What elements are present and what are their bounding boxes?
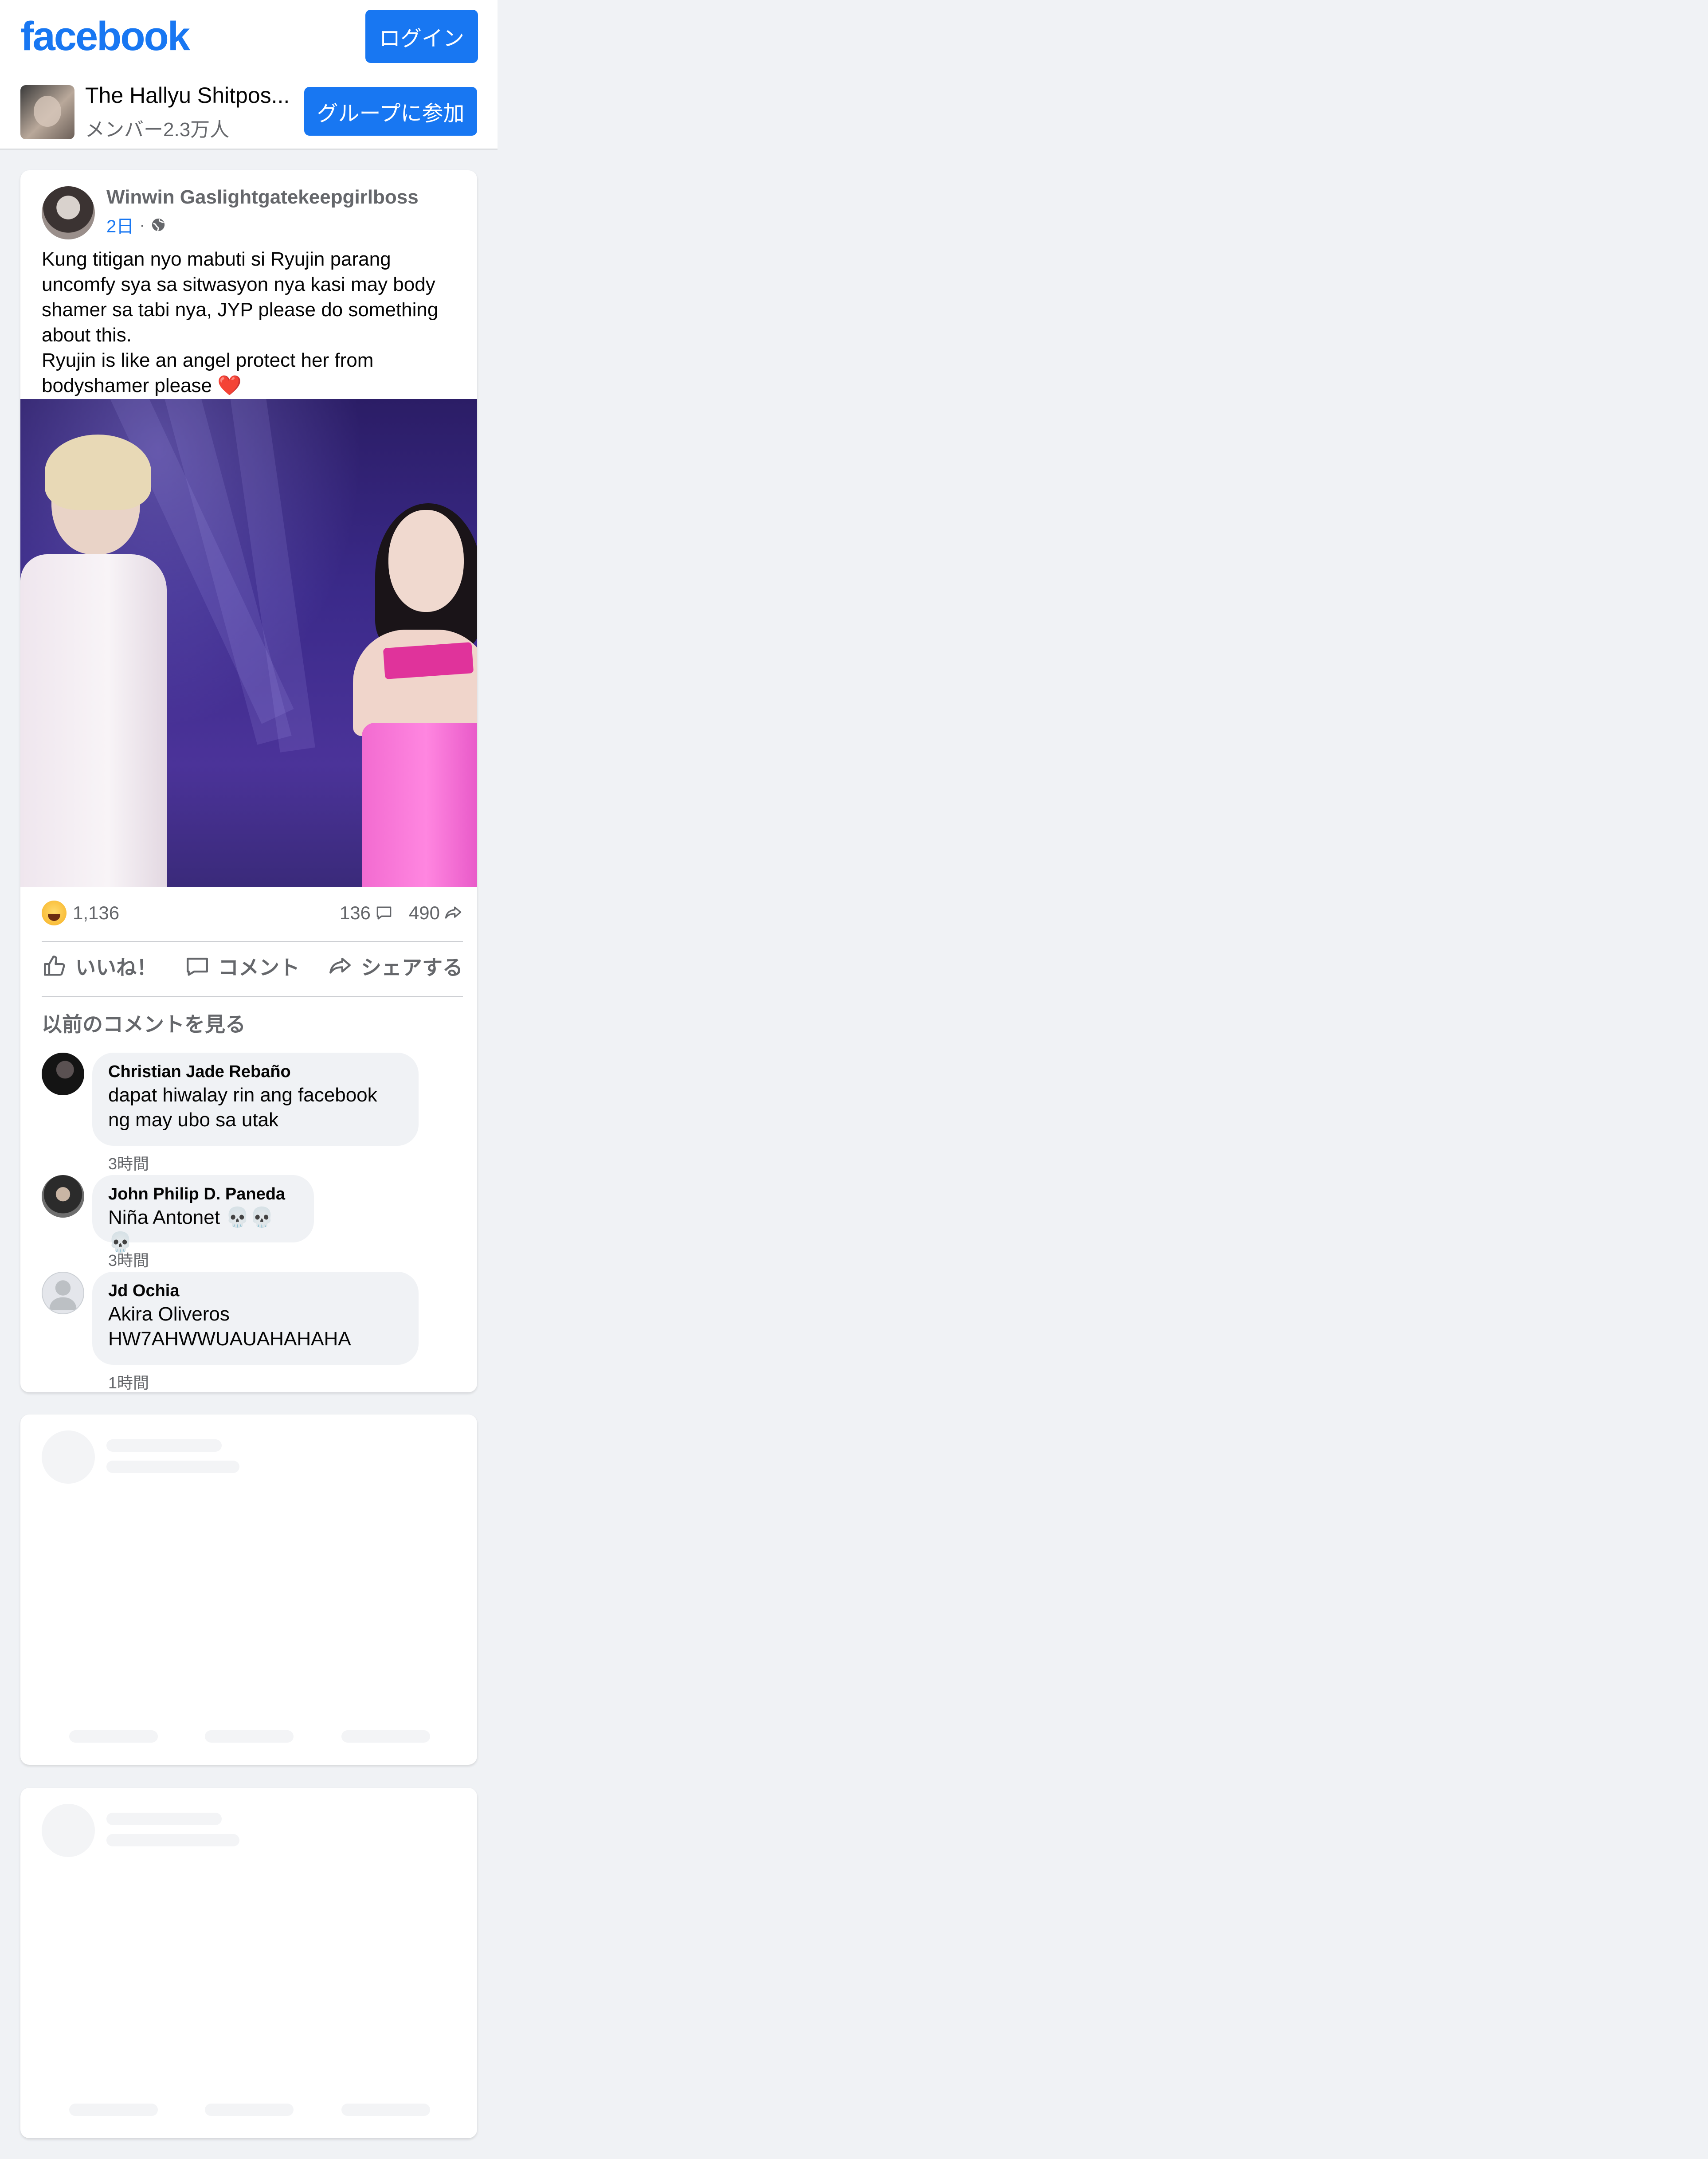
share-arrow-icon <box>445 906 462 919</box>
group-name[interactable]: The Hallyu Shitpos... <box>85 82 290 108</box>
loading-post-skeleton <box>20 1415 477 1765</box>
globe-icon <box>152 218 165 231</box>
commenter-name[interactable]: Christian Jade Rebaño <box>108 1061 403 1083</box>
comment-bubble: John Philip D. Paneda Niña Antonet 💀💀💀 <box>92 1175 314 1253</box>
post-card: Winwin Gaslightgatekeepgirlboss 2日 · Kun… <box>20 170 477 1392</box>
default-user-icon <box>49 1280 77 1310</box>
post-time[interactable]: 2日 <box>106 212 134 238</box>
login-button[interactable]: ログイン <box>365 10 478 63</box>
top-bar: facebook ログイン The Hallyu Shitpos... メンバー… <box>0 0 498 150</box>
author-avatar[interactable] <box>42 186 95 239</box>
post-actions: いいね！ コメント シェアする <box>42 942 463 991</box>
skeleton-line <box>106 1439 222 1452</box>
skeleton-line <box>106 1834 239 1846</box>
skeleton-action <box>341 2104 430 2116</box>
skeleton-action <box>205 2104 294 2116</box>
photo-cue-card <box>383 642 474 679</box>
comment-button[interactable]: コメント <box>184 952 300 981</box>
skeleton-action <box>341 1730 430 1743</box>
author-name[interactable]: Winwin Gaslightgatekeepgirlboss <box>106 186 419 208</box>
divider-bottom <box>42 996 463 997</box>
comment-text: Akira Oliveros HW7AHWWUAUAHAHAHA <box>108 1303 351 1350</box>
share-icon <box>329 957 351 974</box>
comment-item: Jd Ochia Akira Oliveros HW7AHWWUAUAHAHAH… <box>42 1272 467 1392</box>
post-meta: 2日 · <box>106 212 166 238</box>
comment-bubble-icon <box>376 906 392 920</box>
skeleton-action <box>69 1730 158 1743</box>
photo-person-right <box>349 503 477 887</box>
post-photo[interactable] <box>20 399 477 887</box>
post-text: Kung titigan nyo mabuti si Ryujin parang… <box>42 248 439 396</box>
comment-icon <box>187 957 208 976</box>
share-count-value: 490 <box>408 902 440 923</box>
comment-count-value: 136 <box>339 902 371 923</box>
comment-count[interactable]: 136 <box>340 902 394 924</box>
commenter-avatar-placeholder[interactable] <box>42 1272 84 1314</box>
like-label: いいね！ <box>75 956 157 979</box>
loading-post-skeleton <box>20 1788 477 2138</box>
comment-item: Christian Jade Rebaño dapat hiwalay rin … <box>42 1053 467 1174</box>
facebook-logo[interactable]: facebook <box>20 13 190 60</box>
skeleton-line <box>106 1461 239 1473</box>
commenter-avatar[interactable] <box>42 1053 84 1095</box>
view-previous-comments-link[interactable]: 以前のコメントを見る <box>42 1008 246 1038</box>
skeleton-avatar <box>42 1430 95 1484</box>
share-label: シェアする <box>361 956 463 979</box>
reaction-count[interactable]: 1,136 <box>73 902 119 924</box>
haha-reaction-icon[interactable] <box>42 901 67 925</box>
share-count[interactable]: 490 <box>409 902 463 924</box>
group-avatar[interactable] <box>20 85 74 139</box>
comment-label: コメント <box>218 956 300 979</box>
comment-bubble: Jd Ochia Akira Oliveros HW7AHWWUAUAHAHAH… <box>92 1272 419 1365</box>
photo-person-left <box>20 435 167 887</box>
skeleton-avatar <box>42 1804 95 1857</box>
reactions-row: 1,136 136 490 <box>42 897 463 929</box>
skeleton-action <box>205 1730 294 1743</box>
comment-time[interactable]: 3時間 <box>108 1248 149 1271</box>
comment-time[interactable]: 3時間 <box>108 1151 149 1174</box>
comment-text: dapat hiwalay rin ang facebook ng may ub… <box>108 1084 377 1131</box>
commenter-name[interactable]: John Philip D. Paneda <box>108 1183 298 1205</box>
skeleton-line <box>106 1813 222 1825</box>
commenter-name[interactable]: Jd Ochia <box>108 1280 403 1302</box>
meta-separator: · <box>139 215 145 235</box>
commenter-avatar[interactable] <box>42 1175 84 1218</box>
join-group-button[interactable]: グループに参加 <box>304 87 477 136</box>
comment-bubble: Christian Jade Rebaño dapat hiwalay rin … <box>92 1053 419 1146</box>
comment-time[interactable]: 1時間 <box>108 1370 149 1393</box>
comment-item: John Philip D. Paneda Niña Antonet 💀💀💀 3… <box>42 1175 467 1270</box>
thumbs-up-icon <box>44 956 65 976</box>
like-button[interactable]: いいね！ <box>42 952 157 981</box>
group-member-count: メンバー2.3万人 <box>85 119 230 141</box>
share-button[interactable]: シェアする <box>327 952 463 981</box>
skeleton-action <box>69 2104 158 2116</box>
